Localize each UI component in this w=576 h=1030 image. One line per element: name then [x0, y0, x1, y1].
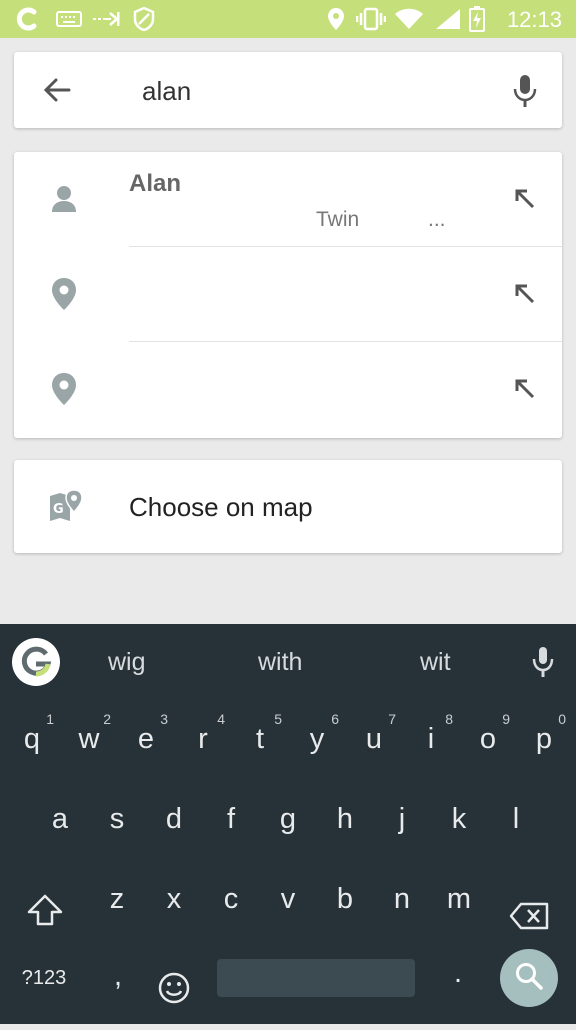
- key-label: y: [309, 723, 325, 755]
- key-t[interactable]: t5: [232, 704, 288, 774]
- result-item-place[interactable]: [14, 247, 562, 342]
- key-label: e: [137, 723, 155, 755]
- key-a[interactable]: a: [32, 784, 88, 854]
- battery-charging-icon: [468, 6, 486, 32]
- period-key[interactable]: .: [430, 938, 486, 1008]
- key-h[interactable]: h: [317, 784, 373, 854]
- key-d[interactable]: d: [146, 784, 202, 854]
- key-y[interactable]: y6: [289, 704, 345, 774]
- key-x[interactable]: x: [146, 864, 202, 934]
- key-q[interactable]: q1: [4, 704, 60, 774]
- soft-keyboard: wig with wit q1 w2 e3 r4 t5 y6 u7 i8 o9 …: [0, 624, 576, 1024]
- vibrate-icon: [356, 7, 386, 31]
- location-icon: [326, 7, 346, 31]
- key-k[interactable]: k: [431, 784, 487, 854]
- result-title: Alan: [129, 170, 182, 197]
- choose-on-map-button[interactable]: G Choose on map: [14, 460, 562, 553]
- signal-icon: [434, 7, 462, 31]
- arrow-left-icon[interactable]: [42, 74, 74, 106]
- space-bar[interactable]: [217, 959, 415, 997]
- person-icon: [50, 182, 78, 216]
- mic-icon[interactable]: [512, 74, 538, 108]
- keyboard-icon: [56, 7, 82, 31]
- search-key[interactable]: [500, 949, 558, 1007]
- choose-on-map-label: Choose on map: [129, 492, 313, 522]
- key-hint: 6: [331, 711, 339, 727]
- key-label: o: [479, 723, 497, 755]
- key-hint: 4: [217, 711, 225, 727]
- result-subtitle: Twin: [316, 208, 360, 231]
- key-c[interactable]: c: [203, 864, 259, 934]
- google-g-icon[interactable]: [12, 638, 60, 686]
- key-p[interactable]: p0: [516, 704, 572, 774]
- search-input[interactable]: [142, 76, 482, 107]
- shield-icon: [132, 7, 156, 31]
- backspace-key[interactable]: [501, 864, 557, 934]
- suggestion-strip: wig with wit: [0, 624, 576, 700]
- key-hint: 1: [46, 711, 54, 727]
- emoji-icon: [158, 960, 190, 1030]
- key-g[interactable]: g: [260, 784, 316, 854]
- key-e[interactable]: e3: [118, 704, 174, 774]
- map-pin-icon: G: [48, 488, 84, 524]
- key-hint: 9: [502, 711, 510, 727]
- shift-key[interactable]: [17, 864, 73, 934]
- key-l[interactable]: l: [488, 784, 544, 854]
- comma-key[interactable]: ,: [90, 941, 146, 1011]
- key-r[interactable]: r4: [175, 704, 231, 774]
- key-b[interactable]: b: [317, 864, 373, 934]
- key-hint: 3: [160, 711, 168, 727]
- suggestion-1[interactable]: wig: [108, 648, 146, 677]
- result-ellipsis: ...: [428, 208, 446, 231]
- suggestion-2[interactable]: with: [258, 648, 302, 677]
- result-item-place[interactable]: [14, 342, 562, 437]
- key-label: w: [78, 723, 100, 755]
- arrow-icon: [92, 7, 122, 31]
- emoji-key[interactable]: [146, 942, 202, 1012]
- search-icon: [514, 961, 544, 996]
- backspace-icon: [509, 886, 549, 956]
- key-s[interactable]: s: [89, 784, 145, 854]
- symbols-key[interactable]: ?123: [12, 943, 76, 1013]
- key-label: q: [23, 723, 41, 755]
- c-app-icon: [12, 7, 42, 31]
- place-icon: [50, 277, 78, 311]
- key-label: r: [198, 723, 208, 755]
- result-item-contact[interactable]: Alan Twin ...: [14, 152, 562, 247]
- key-label: t: [255, 723, 265, 755]
- key-n[interactable]: n: [374, 864, 430, 934]
- search-box: [14, 52, 562, 128]
- mic-icon[interactable]: [532, 646, 554, 678]
- key-hint: 2: [103, 711, 111, 727]
- arrow-up-left-icon[interactable]: [514, 378, 536, 400]
- suggestion-3[interactable]: wit: [420, 648, 451, 677]
- key-hint: 0: [558, 711, 566, 727]
- key-hint: 7: [388, 711, 396, 727]
- results-list: Alan Twin ...: [14, 152, 562, 438]
- key-i[interactable]: i8: [403, 704, 459, 774]
- key-j[interactable]: j: [374, 784, 430, 854]
- wifi-icon: [394, 7, 424, 31]
- arrow-up-left-icon[interactable]: [514, 283, 536, 305]
- key-f[interactable]: f: [203, 784, 259, 854]
- key-z[interactable]: z: [89, 864, 145, 934]
- key-m[interactable]: m: [431, 864, 487, 934]
- shift-icon: [27, 882, 63, 952]
- arrow-up-left-icon[interactable]: [514, 188, 536, 210]
- key-u[interactable]: u7: [346, 704, 402, 774]
- key-label: i: [427, 723, 435, 755]
- key-o[interactable]: o9: [460, 704, 516, 774]
- key-label: p: [535, 723, 553, 755]
- key-v[interactable]: v: [260, 864, 316, 934]
- key-hint: 8: [445, 711, 453, 727]
- svg-text:G: G: [53, 502, 64, 517]
- key-hint: 5: [274, 711, 282, 727]
- clock: 12:13: [506, 7, 562, 32]
- status-bar: 12:13: [0, 0, 576, 38]
- key-label: u: [365, 723, 383, 755]
- key-w[interactable]: w2: [61, 704, 117, 774]
- place-icon: [50, 372, 78, 406]
